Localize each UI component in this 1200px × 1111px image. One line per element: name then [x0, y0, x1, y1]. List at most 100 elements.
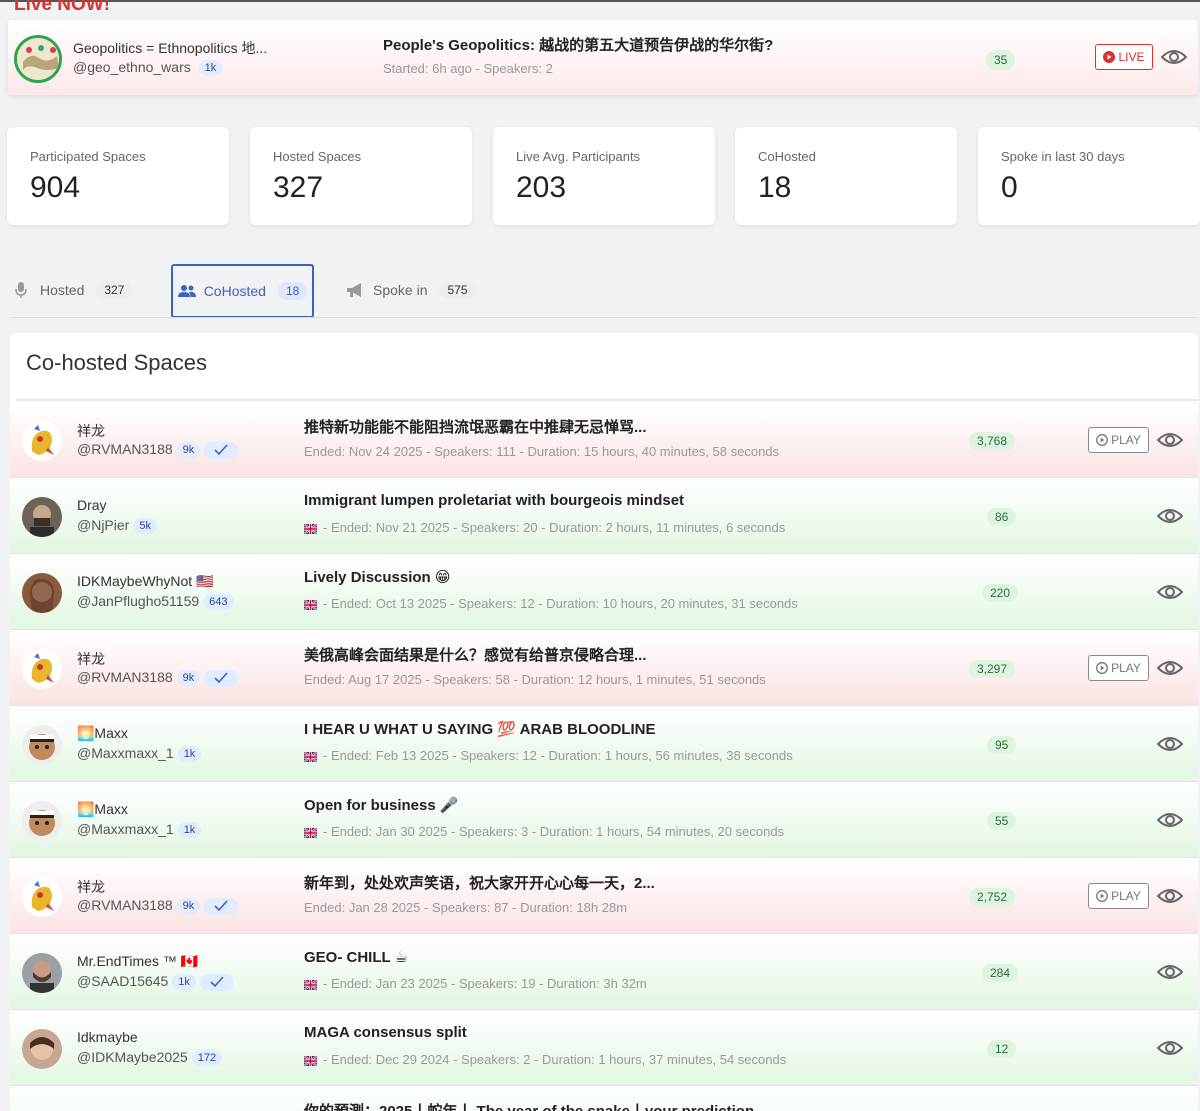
stat-hosted-spaces: Hosted Spaces 327: [250, 127, 472, 225]
host-avatar[interactable]: [22, 573, 62, 613]
space-title[interactable]: 你的預測：2025丨蛇年丨 The year of the snake丨your…: [304, 1100, 754, 1111]
stat-label: CoHosted: [758, 149, 816, 164]
host-avatar[interactable]: [14, 35, 62, 83]
space-title[interactable]: 美俄高峰会面结果是什么？感觉有给普京侵略合理...: [304, 644, 647, 665]
host-handle: @JanPflugho51159: [77, 593, 200, 609]
space-row[interactable]: 祥龙 @RVMAN3188 9k 美俄高峰会面结果是什么？感觉有给普京侵略合理... E…: [10, 631, 1198, 706]
eye-icon[interactable]: [1157, 963, 1183, 981]
space-row[interactable]: 你的預測：2025丨蛇年丨 The year of the snake丨your…: [10, 1087, 1198, 1111]
host-name: Mr.EndTimes ™ 🇨🇦: [77, 953, 199, 969]
play-button[interactable]: PLAY: [1088, 883, 1149, 909]
space-row[interactable]: 祥龙 @RVMAN3188 9k 推特新功能能不能阻挡流氓恶霸在中推肆无忌惮骂... E…: [10, 403, 1198, 478]
participant-count: 86: [987, 508, 1017, 526]
panel-divider: [16, 399, 1198, 401]
space-title[interactable]: Lively Discussion 😁: [304, 568, 451, 586]
uk-flag-icon: [304, 523, 317, 534]
space-title[interactable]: Immigrant lumpen proletariat with bourge…: [304, 492, 684, 509]
host-avatar[interactable]: [22, 421, 62, 461]
live-host-name: Geopolitics = Ethnopolitics 地...: [73, 40, 268, 56]
play-circle-icon: [1096, 662, 1109, 674]
space-row[interactable]: Idkmaybe @IDKMaybe2025 172 MAGA consensus s…: [10, 1011, 1198, 1086]
play-button[interactable]: PLAY: [1088, 427, 1149, 453]
host-avatar[interactable]: [22, 801, 62, 841]
space-title[interactable]: 新年到，处处欢声笑语，祝大家开开心心每一天，2...: [304, 872, 655, 893]
host-name: Idkmaybe: [77, 1029, 138, 1045]
space-meta: Ended: Aug 17 2025 - Speakers: 58 - Dura…: [304, 672, 766, 687]
host-avatar[interactable]: [22, 497, 62, 537]
live-space-title[interactable]: People's Geopolitics: 越战的第五大道预告伊战的华尔街?: [383, 34, 773, 55]
users-icon: [177, 285, 196, 297]
host-handle-line: @SAAD15645 1k: [77, 973, 234, 991]
cohosted-spaces-panel: Co-hosted Spaces 祥龙 @RVMAN3188 9k 推特新功能能不能阻…: [10, 333, 1198, 1111]
listener-count: 35: [986, 50, 1016, 70]
tab-label: Spoke in: [373, 282, 428, 298]
space-row[interactable]: Mr.EndTimes ™ 🇨🇦 @SAAD15645 1k GEO- CHILL ☕…: [10, 935, 1198, 1010]
play-button-label: PLAY: [1111, 433, 1141, 447]
uk-flag-icon: [304, 827, 317, 838]
follower-badge: 9k: [176, 442, 201, 459]
space-meta: - Ended: Nov 21 2025 - Speakers: 20 - Du…: [304, 520, 785, 535]
host-avatar[interactable]: [22, 953, 62, 993]
space-title[interactable]: I HEAR U WHAT U SAYING 💯 ARAB BLOODLINE: [304, 720, 655, 738]
live-now-heading: Live NOW!: [14, 0, 111, 15]
space-meta-text: Ended: Nov 24 2025 - Speakers: 111 - Dur…: [304, 444, 780, 459]
verified-check-icon: [204, 897, 239, 915]
live-host-handle: @geo_ethno_wars 1k: [73, 59, 223, 77]
play-circle-icon: [1096, 434, 1109, 446]
space-meta-text: - Ended: Dec 29 2024 - Speakers: 2 - Dur…: [323, 1052, 787, 1067]
eye-icon[interactable]: [1157, 811, 1183, 829]
participant-count: 3,297: [969, 660, 1016, 678]
space-row[interactable]: 🌅Maxx @Maxxmaxx_1 1k I HEAR U WHAT U SAYING…: [10, 707, 1198, 782]
follower-badge: 9k: [176, 898, 201, 915]
eye-icon[interactable]: [1157, 431, 1183, 449]
eye-icon[interactable]: [1157, 1039, 1183, 1057]
space-row[interactable]: 🌅Maxx @Maxxmaxx_1 1k Open for business 🎤 - E…: [10, 783, 1198, 858]
eye-icon[interactable]: [1157, 659, 1183, 677]
tab-spoke-in[interactable]: Spoke in 575: [346, 270, 476, 310]
host-avatar[interactable]: [22, 649, 62, 689]
participant-count: 3,768: [969, 432, 1016, 450]
participant-count: 95: [987, 736, 1017, 754]
live-space-card[interactable]: Geopolitics = Ethnopolitics 地... @geo_et…: [8, 20, 1198, 95]
stat-label: Spoke in last 30 days: [1001, 149, 1125, 164]
host-name: 祥龙: [77, 423, 105, 439]
host-handle: @IDKMaybe2025: [77, 1049, 188, 1065]
space-meta-text: - Ended: Jan 23 2025 - Speakers: 19 - Du…: [323, 976, 647, 991]
follower-badge: 1k: [172, 974, 196, 991]
host-handle: @NjPier: [77, 517, 130, 533]
eye-icon[interactable]: [1157, 735, 1183, 753]
stat-cohosted: CoHosted 18: [735, 127, 957, 225]
space-meta: - Ended: Feb 13 2025 - Speakers: 12 - Du…: [304, 748, 793, 763]
play-button[interactable]: PLAY: [1088, 655, 1149, 681]
follower-badge: 9k: [176, 670, 201, 687]
host-handle-line: @RVMAN3188 9k: [77, 669, 239, 687]
eye-icon[interactable]: [1157, 583, 1183, 601]
tab-cohosted[interactable]: CoHosted 18: [171, 264, 314, 318]
space-title[interactable]: Open for business 🎤: [304, 796, 459, 814]
live-button[interactable]: LIVE: [1095, 44, 1153, 70]
uk-flag-icon: [304, 599, 317, 610]
tab-label: Hosted: [40, 282, 85, 298]
follower-badge: 5k: [133, 518, 157, 535]
eye-icon[interactable]: [1157, 507, 1183, 525]
host-name: IDKMaybeWhyNot 🇺🇸: [77, 573, 214, 589]
space-title[interactable]: 推特新功能能不能阻挡流氓恶霸在中推肆无忌惮骂...: [304, 416, 647, 437]
space-row[interactable]: Dray @NjPier 5k Immigrant lumpen proletaria…: [10, 479, 1198, 554]
host-avatar[interactable]: [22, 1029, 62, 1069]
verified-check-icon: [199, 973, 234, 991]
tab-hosted[interactable]: Hosted 327: [14, 270, 133, 310]
host-avatar[interactable]: [22, 725, 62, 765]
host-handle-line: @RVMAN3188 9k: [77, 441, 239, 459]
space-title[interactable]: GEO- CHILL ☕: [304, 948, 408, 966]
eye-icon[interactable]: [1157, 887, 1183, 905]
host-avatar[interactable]: [22, 877, 62, 917]
play-button-label: PLAY: [1111, 661, 1141, 675]
live-space-meta: Started: 6h ago - Speakers: 2: [383, 61, 553, 76]
space-row[interactable]: 祥龙 @RVMAN3188 9k 新年到，处处欢声笑语，祝大家开开心心每一天，2...…: [10, 859, 1198, 934]
eye-icon[interactable]: [1161, 48, 1187, 66]
space-row[interactable]: IDKMaybeWhyNot 🇺🇸 @JanPflugho51159 643 Live…: [10, 555, 1198, 630]
space-title[interactable]: MAGA consensus split: [304, 1024, 467, 1041]
follower-badge: 1k: [177, 822, 202, 839]
host-name: Dray: [77, 497, 107, 513]
follower-badge: 1k: [198, 60, 223, 77]
